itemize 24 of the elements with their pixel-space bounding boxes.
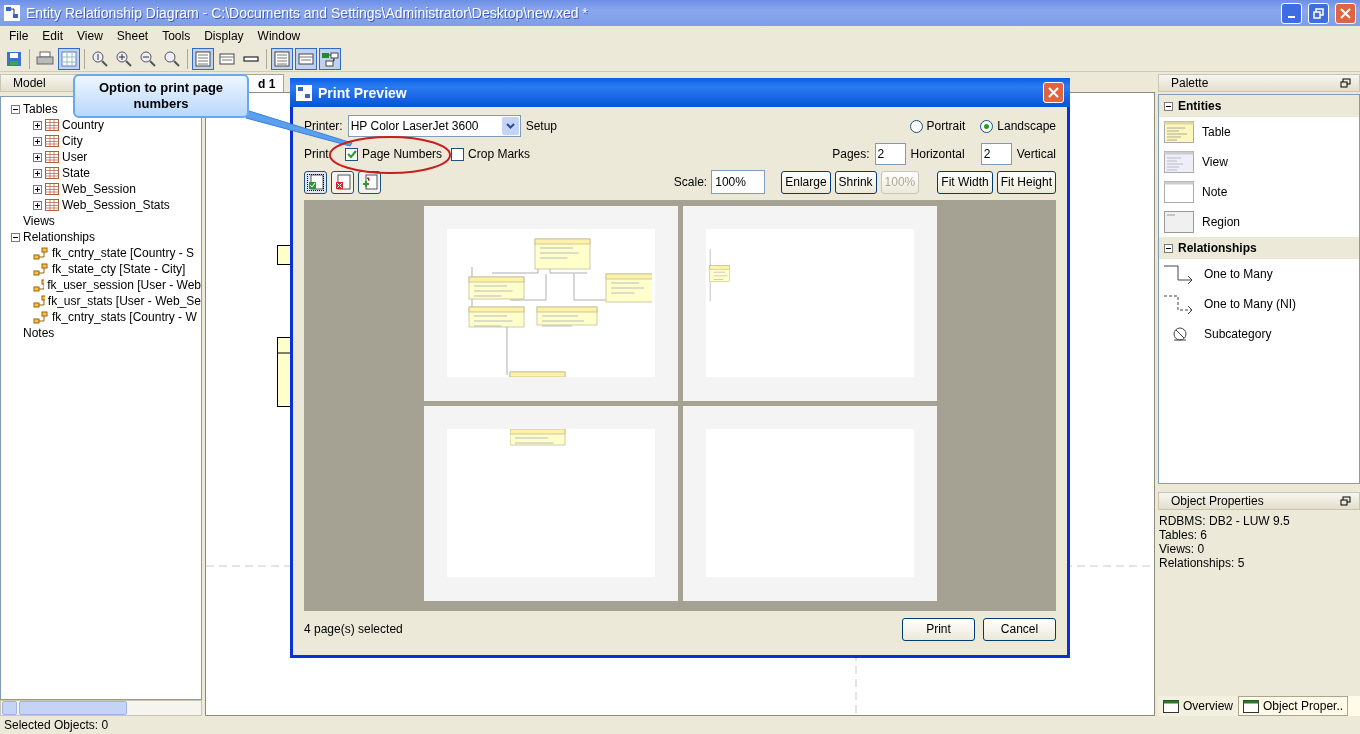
field-label: Print: — [304, 147, 332, 161]
section-title: Relationships — [1178, 241, 1257, 255]
property-line: Relationships: 5 — [1159, 556, 1246, 570]
radio-label: Portrait — [926, 119, 966, 133]
property-line: Views: 0 — [1159, 542, 1206, 556]
field-label: Vertical — [1016, 147, 1056, 161]
panel-title: Model — [13, 76, 46, 90]
dialog-title: Print Preview — [318, 84, 408, 101]
radio-label: Landscape — [997, 119, 1056, 133]
checkbox-label: Page Numbers — [362, 147, 443, 161]
field-label: Scale: — [673, 175, 708, 189]
section-title: Entities — [1178, 99, 1222, 113]
field-label: Printer: — [304, 119, 343, 133]
window-title: Entity Relationship Diagram - C:\Documents and Settings\Administrator\Desktop\new.xed * — [26, 5, 589, 21]
status-text: Selected Objects: 0 — [4, 718, 109, 732]
selection-status: 4 page(s) selected — [304, 622, 403, 636]
panel-title: Object Properties — [1171, 494, 1264, 508]
property-line: RDBMS: DB2 - LUW 9.5 — [1159, 514, 1291, 528]
field-label: Pages: — [832, 147, 870, 161]
panel-title: Palette — [1171, 76, 1209, 90]
checkbox-label: Crop Marks — [468, 147, 531, 161]
field-label: Horizontal — [910, 147, 965, 161]
callout-tooltip: Option to print page numbers — [73, 74, 249, 118]
property-line: Tables: 6 — [1159, 528, 1209, 542]
